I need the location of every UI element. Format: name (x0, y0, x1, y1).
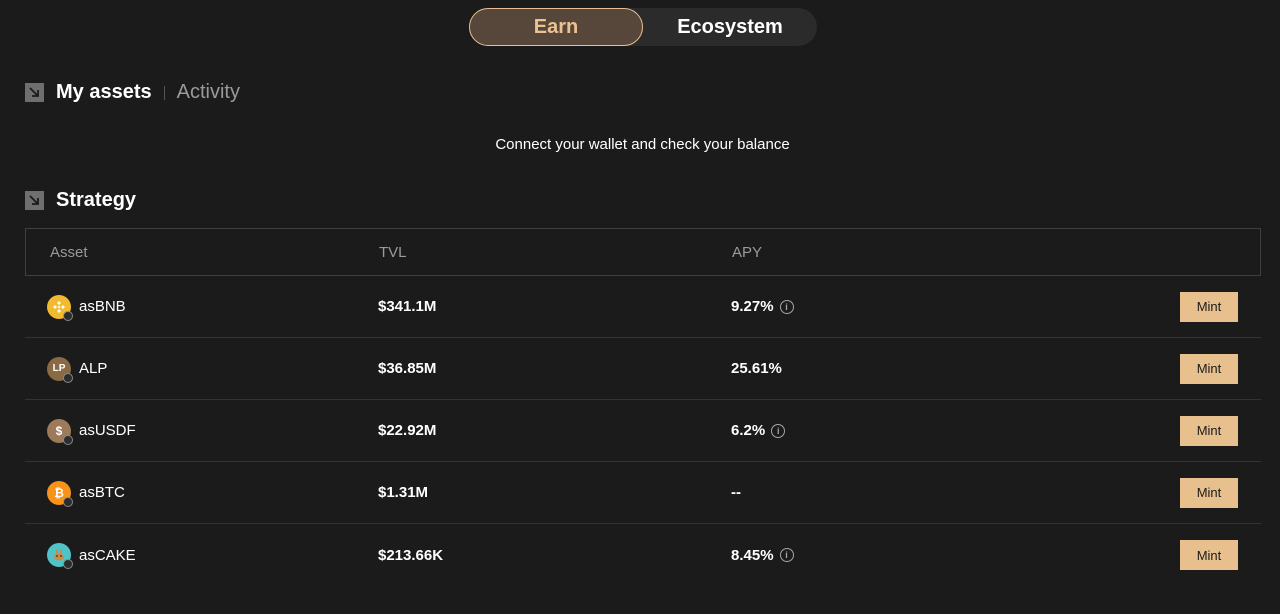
asset-cell: asBNB (47, 294, 126, 321)
apy-cell: 6.2% i (731, 422, 786, 439)
column-header-tvl: TVL (379, 243, 407, 261)
tvl-value: $341.1M (378, 298, 437, 315)
arrow-down-right-icon[interactable] (25, 83, 44, 102)
tab-activity[interactable]: Activity (177, 81, 240, 104)
asset-cell: ₿ asBTC (47, 480, 125, 507)
tab-my-assets[interactable]: My assets (56, 81, 152, 104)
page: Earn Ecosystem My assets Activity Connec… (0, 0, 1280, 614)
mint-button[interactable]: Mint (1180, 353, 1238, 384)
usdf-coin-icon: $ (47, 418, 73, 445)
mint-button[interactable]: Mint (1180, 477, 1238, 508)
asset-name: asBNB (79, 298, 126, 315)
asset-cell: LP ALP (47, 356, 108, 383)
alp-coin-icon: LP (47, 356, 73, 383)
strategy-header: Strategy (25, 189, 136, 212)
apy-cell: 25.61% (731, 360, 782, 377)
strategy-title: Strategy (56, 189, 137, 211)
apy-value: 9.27% (731, 298, 774, 315)
asset-name: asBTC (79, 484, 125, 501)
table-row: asBNB $341.1M 9.27% i Mint (25, 276, 1261, 338)
divider (163, 85, 165, 100)
tvl-value: $36.85M (378, 360, 437, 377)
mint-button[interactable]: Mint (1180, 540, 1238, 570)
connect-wallet-message: Connect your wallet and check your balan… (495, 136, 790, 153)
info-icon[interactable]: i (779, 548, 794, 562)
table-header: Asset TVL APY (25, 228, 1261, 276)
asset-cell: asCAKE (47, 543, 136, 569)
apy-cell: -- (731, 484, 741, 501)
my-assets-header: My assets Activity (25, 81, 240, 104)
table-row: ₿ asBTC $1.31M -- Mint (25, 462, 1261, 524)
column-header-asset: Asset (50, 243, 88, 261)
apy-value: 25.61% (731, 360, 782, 377)
table-row: $ asUSDF $22.92M 6.2% i Mint (25, 400, 1261, 462)
apy-cell: 8.45% i (731, 547, 794, 564)
tvl-value: $213.66K (378, 546, 444, 564)
table-row: LP ALP $36.85M 25.61% Mint (25, 338, 1261, 400)
arrow-down-right-icon[interactable] (25, 191, 44, 210)
tvl-value: $22.92M (378, 422, 437, 439)
apy-value: 8.45% (731, 546, 774, 564)
bnb-coin-icon (47, 294, 73, 321)
info-icon[interactable]: i (779, 299, 794, 314)
btc-coin-icon: ₿ (47, 480, 73, 507)
apy-cell: 9.27% i (731, 298, 794, 315)
mint-button[interactable]: Mint (1180, 291, 1238, 322)
tab-earn[interactable]: Earn (469, 8, 643, 46)
asset-name: ALP (79, 360, 108, 377)
asset-cell: $ asUSDF (47, 418, 136, 445)
mint-button[interactable]: Mint (1180, 415, 1238, 446)
top-toggle: Earn Ecosystem (469, 8, 817, 46)
asset-name: asUSDF (79, 422, 136, 439)
apy-value: -- (731, 484, 741, 501)
tvl-value: $1.31M (378, 484, 429, 501)
info-icon[interactable]: i (771, 423, 786, 438)
strategy-table: Asset TVL APY asBNB $341.1M 9.27% i Mint (25, 228, 1261, 586)
asset-name: asCAKE (79, 546, 136, 564)
table-row: asCAKE $213.66K 8.45% i Mint (25, 524, 1261, 586)
tab-ecosystem[interactable]: Ecosystem (643, 8, 817, 46)
column-header-apy: APY (732, 243, 763, 261)
apy-value: 6.2% (731, 422, 766, 439)
cake-coin-icon (47, 543, 73, 569)
